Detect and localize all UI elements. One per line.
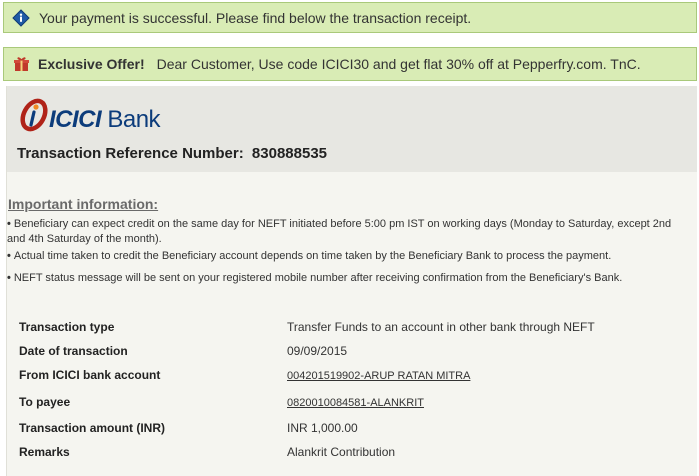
offer-banner: Exclusive Offer! Dear Customer, Use code… <box>3 47 697 81</box>
bullet-icon: • <box>7 250 11 262</box>
to-payee-link[interactable]: 0820010084581-ALANKRIT <box>287 397 424 409</box>
gift-icon <box>14 56 29 72</box>
detail-row-amount: Transaction amount (INR) INR 1,000.00 <box>19 421 679 439</box>
success-banner: Your payment is successful. Please find … <box>3 2 697 33</box>
detail-label: Transaction amount (INR) <box>19 421 166 435</box>
offer-message: Dear Customer, Use code ICICI30 and get … <box>156 56 641 72</box>
icici-logo-mark <box>20 98 48 132</box>
logo-wordmark: ICICI Bank <box>49 106 161 133</box>
from-account-link[interactable]: 004201519902-ARUP RATAN MITRA <box>287 370 470 382</box>
info-note: • Beneficiary can expect credit on the sa… <box>7 218 672 245</box>
important-information-heading: Important information: <box>8 196 159 212</box>
detail-label: Date of transaction <box>19 344 128 358</box>
detail-value: 09/09/2015 <box>287 344 348 358</box>
detail-label: Transaction type <box>19 320 115 334</box>
transaction-receipt: ICICI Bank Transaction Reference Number:… <box>6 86 697 476</box>
bullet-icon: • <box>7 272 11 284</box>
reference-label: Transaction Reference Number: <box>17 145 244 162</box>
detail-value: Transfer Funds to an account in other ba… <box>287 320 595 334</box>
detail-row-from-account: From ICICI bank account 004201519902-ARU… <box>19 368 679 386</box>
reference-number: 830888535 <box>251 145 328 162</box>
success-message: Your payment is successful. Please find … <box>39 9 472 26</box>
info-note: • Actual time taken to credit the Benefic… <box>7 250 612 262</box>
detail-label: To payee <box>19 395 71 409</box>
detail-label: From ICICI bank account <box>19 368 161 382</box>
info-icon <box>12 8 30 27</box>
detail-value: INR 1,000.00 <box>287 421 358 435</box>
transaction-reference: Transaction Reference Number: 830888535 <box>17 145 327 162</box>
icici-bank-logo: ICICI Bank <box>19 98 194 133</box>
detail-row-to-payee: To payee 0820010084581-ALANKRIT <box>19 395 679 413</box>
detail-row-remarks: Remarks Alankrit Contribution <box>19 445 679 463</box>
receipt-header: ICICI Bank Transaction Reference Number:… <box>7 86 697 172</box>
detail-row-transaction-type: Transaction type Transfer Funds to an ac… <box>19 320 679 338</box>
detail-value: Alankrit Contribution <box>287 445 396 459</box>
bullet-icon: • <box>7 218 11 230</box>
detail-label: Remarks <box>19 445 70 459</box>
offer-title: Exclusive Offer! <box>38 56 145 72</box>
info-note: • NEFT status message will be sent on you… <box>7 272 623 284</box>
detail-row-date: Date of transaction 09/09/2015 <box>19 344 679 362</box>
